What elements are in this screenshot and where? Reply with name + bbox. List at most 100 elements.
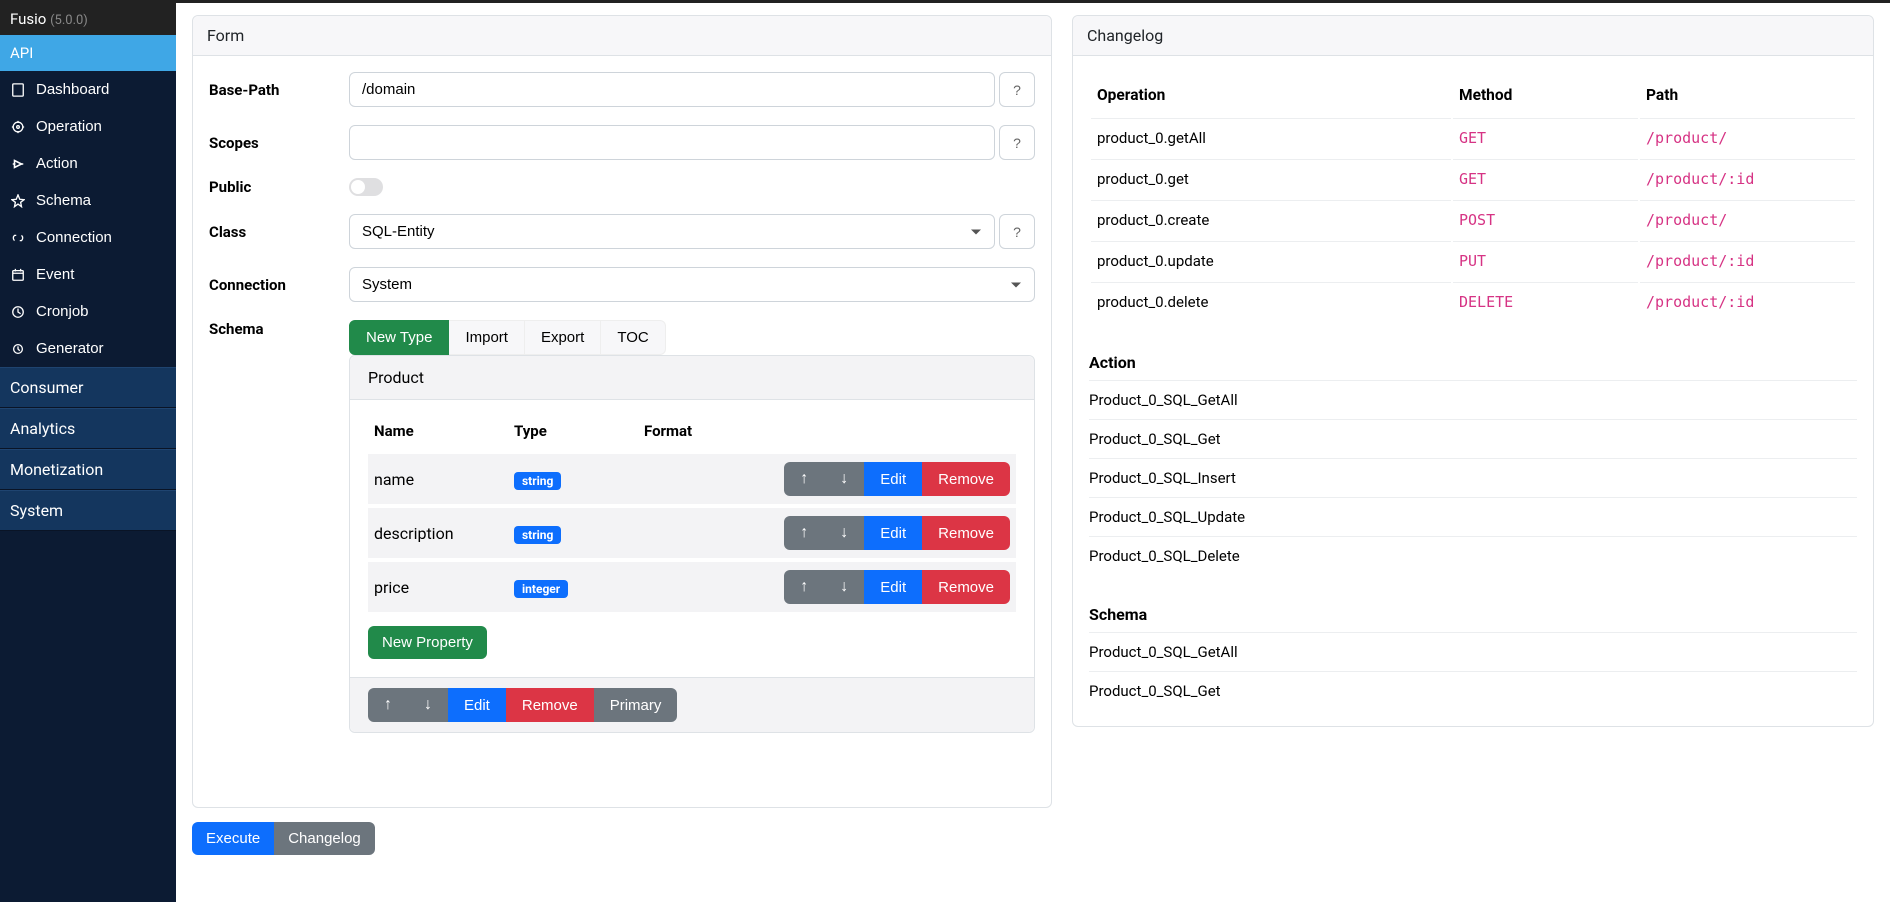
tab-toc[interactable]: TOC — [601, 320, 665, 355]
nav-section-monetization[interactable]: Monetization — [0, 449, 176, 490]
scopes-help[interactable]: ? — [999, 125, 1035, 160]
type-remove-button[interactable]: Remove — [506, 688, 594, 722]
th-type: Type — [508, 412, 638, 452]
changelog-title: Changelog — [1073, 16, 1873, 56]
brand: Fusio (5.0.0) — [0, 3, 176, 35]
row-edit-button[interactable]: Edit — [864, 570, 922, 604]
sidebar-item-dashboard[interactable]: Dashboard — [0, 71, 176, 108]
type-up-button[interactable]: ↑ — [368, 688, 408, 722]
changelog-row: product_0.deleteDELETE/product/:id — [1091, 282, 1855, 321]
tab-export[interactable]: Export — [525, 320, 601, 355]
row-up-button[interactable]: ↑ — [784, 462, 824, 496]
tab-new-type[interactable]: New Type — [349, 320, 449, 355]
nav-section-consumer[interactable]: Consumer — [0, 367, 176, 408]
row-remove-button[interactable]: Remove — [922, 570, 1010, 604]
sidebar-item-connection[interactable]: Connection — [0, 219, 176, 256]
event-icon — [10, 267, 26, 283]
table-row: price integer ↑↓EditRemove — [368, 560, 1016, 612]
public-label: Public — [209, 178, 349, 196]
schema-tabs: New Type Import Export TOC — [349, 320, 1035, 355]
th-method: Method — [1453, 74, 1638, 116]
row-actions: ↑↓EditRemove — [784, 462, 1010, 496]
row-edit-button[interactable]: Edit — [864, 462, 922, 496]
scopes-input[interactable] — [349, 125, 995, 160]
cell-type: string — [508, 452, 638, 506]
th-operation: Operation — [1091, 74, 1451, 116]
changelog-action-item: Product_0_SQL_Delete — [1089, 536, 1857, 575]
row-remove-button[interactable]: Remove — [922, 462, 1010, 496]
cell-method: POST — [1453, 200, 1638, 239]
row-actions: ↑↓EditRemove — [784, 570, 1010, 604]
cell-operation: product_0.delete — [1091, 282, 1451, 321]
sidebar-item-label: Schema — [36, 192, 91, 209]
row-up-button[interactable]: ↑ — [784, 570, 824, 604]
type-badge: integer — [514, 580, 568, 598]
action-icon — [10, 156, 26, 172]
row-down-button[interactable]: ↓ — [824, 516, 864, 550]
sidebar-item-label: Connection — [36, 229, 112, 246]
row-down-button[interactable]: ↓ — [824, 462, 864, 496]
changelog-schema-item: Product_0_SQL_GetAll — [1089, 632, 1857, 671]
sidebar-item-action[interactable]: Action — [0, 145, 176, 182]
nav-section-label: Monetization — [10, 460, 103, 479]
row-edit-button[interactable]: Edit — [864, 516, 922, 550]
brand-version: (5.0.0) — [50, 13, 88, 28]
operation-icon — [10, 119, 26, 135]
base-path-label: Base-Path — [209, 81, 349, 99]
changelog-action-label: Action — [1089, 345, 1857, 380]
sidebar-item-label: Operation — [36, 118, 102, 135]
th-name: Name — [368, 412, 508, 452]
changelog-action-item: Product_0_SQL_Insert — [1089, 458, 1857, 497]
cell-operation: product_0.get — [1091, 159, 1451, 198]
new-property-button[interactable]: New Property — [368, 626, 487, 659]
row-down-button[interactable]: ↓ — [824, 570, 864, 604]
nav-section-analytics[interactable]: Analytics — [0, 408, 176, 449]
connection-select[interactable]: System — [349, 267, 1035, 302]
sidebar-item-cronjob[interactable]: Cronjob — [0, 293, 176, 330]
public-toggle[interactable] — [349, 178, 383, 196]
row-remove-button[interactable]: Remove — [922, 516, 1010, 550]
nav-head-api[interactable]: API — [0, 35, 176, 71]
class-help[interactable]: ? — [999, 214, 1035, 249]
class-select[interactable]: SQL-Entity — [349, 214, 995, 249]
execute-button[interactable]: Execute — [192, 822, 274, 855]
changelog-schema-label: Schema — [1089, 597, 1857, 632]
cell-type: integer — [508, 560, 638, 612]
sidebar-item-schema[interactable]: Schema — [0, 182, 176, 219]
changelog-button[interactable]: Changelog — [274, 822, 375, 855]
cell-operation: product_0.getAll — [1091, 118, 1451, 157]
sidebar-item-event[interactable]: Event — [0, 256, 176, 293]
sidebar-item-label: Cronjob — [36, 303, 89, 320]
base-path-input[interactable] — [349, 72, 995, 107]
th-format: Format — [638, 412, 714, 452]
sidebar-item-label: Dashboard — [36, 81, 109, 98]
nav-section-label: System — [10, 501, 63, 520]
changelog-action-item: Product_0_SQL_Get — [1089, 419, 1857, 458]
changelog-row: product_0.updatePUT/product/:id — [1091, 241, 1855, 280]
dashboard-icon — [10, 82, 26, 98]
type-badge: string — [514, 472, 561, 490]
changelog-ops-table: Operation Method Path product_0.getAllGE… — [1089, 72, 1857, 323]
nav-section-system[interactable]: System — [0, 490, 176, 531]
cell-name: price — [368, 560, 508, 612]
schema-table: Name Type Format namestring↑↓EditRemoved… — [368, 412, 1016, 612]
type-edit-button[interactable]: Edit — [448, 688, 506, 722]
type-primary-button[interactable]: Primary — [594, 688, 678, 722]
cell-type: string — [508, 506, 638, 560]
type-down-button[interactable]: ↓ — [408, 688, 448, 722]
cell-path: /product/ — [1640, 200, 1855, 239]
base-path-help[interactable]: ? — [999, 72, 1035, 107]
cell-method: GET — [1453, 159, 1638, 198]
cell-method: PUT — [1453, 241, 1638, 280]
row-up-button[interactable]: ↑ — [784, 516, 824, 550]
sidebar-item-operation[interactable]: Operation — [0, 108, 176, 145]
type-badge: string — [514, 526, 561, 544]
sidebar-item-label: Generator — [36, 340, 104, 357]
cell-name: name — [368, 452, 508, 506]
class-label: Class — [209, 223, 349, 241]
form-card: Form Base-Path ? Scopes ? — [192, 15, 1052, 808]
sidebar-item-generator[interactable]: Generator — [0, 330, 176, 367]
tab-import[interactable]: Import — [449, 320, 525, 355]
sidebar-item-label: Event — [36, 266, 74, 283]
changelog-card: Changelog Operation Method Path product_… — [1072, 15, 1874, 727]
